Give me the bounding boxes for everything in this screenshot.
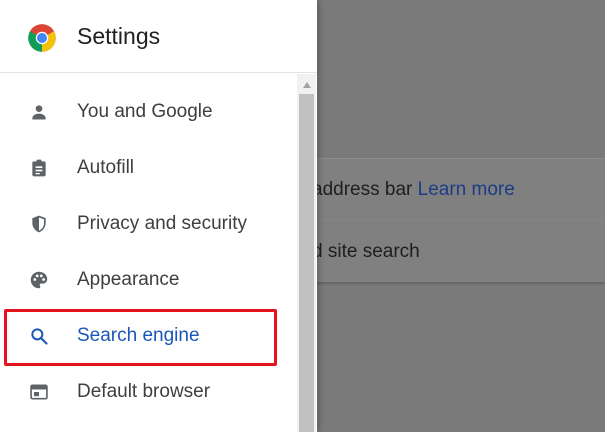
settings-drawer: Settings You and Google Autofill Privacy… — [0, 0, 317, 432]
background-row-text: address bar — [312, 179, 418, 200]
settings-menu: You and Google Autofill Privacy and secu… — [0, 84, 297, 420]
menu-item-label: Privacy and security — [77, 213, 248, 234]
learn-more-link[interactable]: Learn more — [418, 179, 515, 200]
person-icon — [27, 100, 51, 124]
clipboard-icon — [27, 156, 51, 180]
menu-item-label: Appearance — [77, 269, 180, 290]
menu-item-label: Default browser — [77, 381, 211, 402]
menu-item-label: Autofill — [77, 157, 135, 178]
background-row-address-bar: address bar Learn more — [312, 179, 515, 201]
menu-item-label: You and Google — [77, 101, 213, 122]
menu-item-default-browser[interactable]: Default browser — [0, 364, 297, 420]
chrome-logo-icon — [28, 24, 56, 52]
highlight-annotation-box — [4, 309, 277, 366]
background-row-site-search: d site search — [312, 241, 420, 262]
menu-item-you-and-google[interactable]: You and Google — [0, 84, 297, 140]
menu-item-autofill[interactable]: Autofill — [0, 140, 297, 196]
palette-icon — [27, 268, 51, 292]
drawer-header: Settings — [0, 0, 317, 73]
browser-window-icon — [27, 380, 51, 404]
scrollbar[interactable] — [297, 74, 316, 432]
scrollbar-thumb[interactable] — [299, 94, 314, 432]
scroll-up-arrow-icon[interactable] — [297, 78, 316, 92]
divider — [300, 220, 605, 221]
drawer-title: Settings — [77, 23, 161, 49]
shield-icon — [27, 212, 51, 236]
menu-item-appearance[interactable]: Appearance — [0, 252, 297, 308]
menu-item-privacy-and-security[interactable]: Privacy and security — [0, 196, 297, 252]
